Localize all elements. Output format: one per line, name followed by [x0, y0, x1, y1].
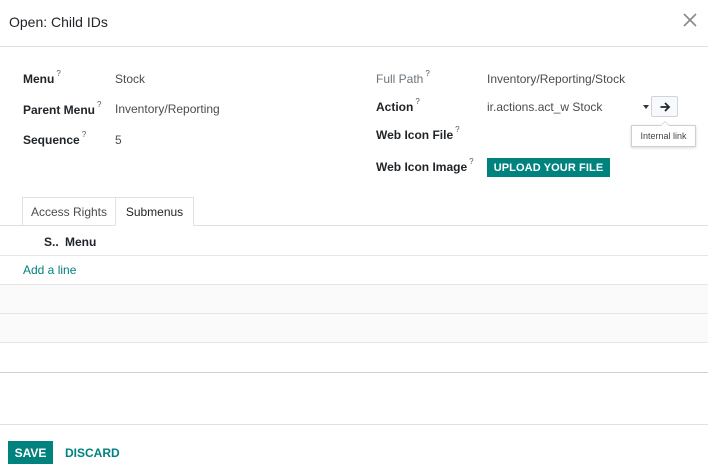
full-path-value: Inventory/Reporting/Stock — [487, 72, 626, 86]
parent-menu-value[interactable]: Inventory/Reporting — [115, 102, 220, 116]
internal-link-tooltip: Internal link — [631, 121, 696, 147]
help-icon[interactable]: ? — [469, 157, 473, 166]
save-button[interactable]: SAVE — [8, 441, 53, 464]
action-label: Action? — [376, 97, 420, 114]
menu-label: Menu? — [23, 69, 61, 86]
action-value: ir.actions.act_w Stock — [487, 100, 603, 114]
full-path-label: Full Path? — [376, 69, 430, 86]
action-select[interactable]: ir.actions.act_w Stock — [487, 98, 649, 116]
caret-down-icon[interactable] — [643, 105, 649, 109]
help-icon[interactable]: ? — [82, 130, 86, 139]
table-row — [0, 285, 708, 313]
parent-menu-label: Parent Menu? — [23, 100, 102, 117]
column-header-menu[interactable]: Menu — [65, 235, 96, 249]
internal-link-button[interactable] — [651, 96, 678, 117]
help-icon[interactable]: ? — [415, 97, 419, 106]
tab-access-rights[interactable]: Access Rights — [22, 197, 116, 226]
tab-submenus[interactable]: Submenus — [115, 197, 194, 226]
table-row-divider — [0, 342, 708, 343]
upload-file-button[interactable]: UPLOAD YOUR FILE — [487, 158, 610, 177]
arrow-right-icon — [660, 101, 670, 112]
table-bottom-border — [0, 372, 708, 373]
discard-button[interactable]: DISCARD — [65, 446, 120, 460]
close-button[interactable] — [680, 10, 700, 32]
close-icon — [683, 13, 697, 27]
help-icon[interactable]: ? — [56, 69, 60, 78]
modal-title: Open: Child IDs — [9, 14, 108, 30]
sequence-value[interactable]: 5 — [115, 133, 122, 147]
modal-header: Open: Child IDs — [0, 0, 708, 47]
table-row — [0, 314, 708, 342]
help-icon[interactable]: ? — [425, 69, 429, 78]
column-header-sequence[interactable]: S.. — [44, 235, 59, 249]
sequence-label: Sequence? — [23, 130, 87, 147]
web-icon-image-label: Web Icon Image? — [376, 157, 474, 174]
table-row-divider — [0, 255, 708, 256]
help-icon[interactable]: ? — [455, 125, 459, 134]
modal-footer-divider — [0, 424, 708, 425]
help-icon[interactable]: ? — [97, 100, 101, 109]
web-icon-file-label: Web Icon File? — [376, 125, 460, 142]
menu-value[interactable]: Stock — [115, 72, 145, 86]
add-a-line-link[interactable]: Add a line — [23, 263, 76, 277]
